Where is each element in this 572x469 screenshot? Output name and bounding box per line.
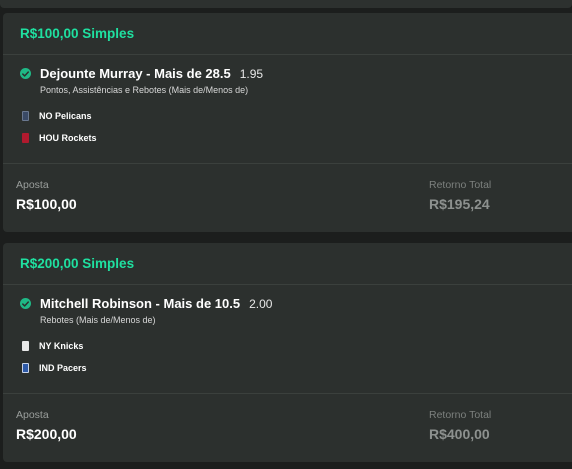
bet-footer: Aposta R$100,00 Retorno Total R$195,24: [3, 164, 572, 232]
team-row: IND Pacers: [20, 363, 87, 373]
team-jersey-icon: [22, 363, 29, 373]
previous-card-edge: [0, 0, 572, 8]
pick-title: Mitchell Robinson - Mais de 10.5: [40, 296, 241, 311]
stake-value: R$100,00: [16, 196, 77, 212]
return-value: R$195,24: [429, 196, 490, 212]
team-jersey-icon: [22, 341, 29, 351]
pick-title: Dejounte Murray - Mais de 28.5: [40, 66, 231, 81]
bet-card: R$200,00 Simples Mitchell Robinson - Mai…: [3, 243, 572, 462]
return-label: Retorno Total: [429, 179, 492, 191]
stake-label: Aposta: [16, 179, 49, 191]
bet-selection: Mitchell Robinson - Mais de 10.5 2.00 Re…: [3, 285, 572, 394]
team-jersey-icon: [22, 133, 29, 143]
market-description: Rebotes (Mais de/Menos de): [40, 315, 156, 325]
bet-selection: Dejounte Murray - Mais de 28.5 1.95 Pont…: [3, 55, 572, 164]
check-circle-icon: [20, 68, 31, 79]
bet-type-label: R$100,00 Simples: [20, 26, 135, 41]
bet-type-label: R$200,00 Simples: [20, 256, 135, 271]
bet-slip-screen: R$100,00 Simples Dejounte Murray - Mais …: [0, 0, 572, 469]
team-name: IND Pacers: [39, 363, 87, 373]
return-value: R$400,00: [429, 426, 490, 442]
team-row: NY Knicks: [20, 341, 83, 351]
team-name: HOU Rockets: [39, 133, 97, 143]
team-name: NO Pelicans: [39, 111, 92, 121]
team-jersey-icon: [22, 111, 29, 121]
stake-value: R$200,00: [16, 426, 77, 442]
pick-odds: 1.95: [239, 67, 264, 81]
market-description: Pontos, Assistências e Rebotes (Mais de/…: [40, 85, 249, 95]
return-label: Retorno Total: [429, 409, 492, 421]
bet-card: R$100,00 Simples Dejounte Murray - Mais …: [3, 13, 572, 232]
bet-card-header[interactable]: R$100,00 Simples: [3, 13, 572, 55]
check-circle-icon: [20, 298, 31, 309]
pick-odds: 2.00: [249, 297, 273, 311]
team-name: NY Knicks: [39, 341, 84, 351]
bet-footer: Aposta R$200,00 Retorno Total R$400,00: [3, 394, 572, 462]
pick-line: Mitchell Robinson - Mais de 10.5 2.00: [40, 296, 272, 311]
pick-line: Dejounte Murray - Mais de 28.5 1.95: [40, 66, 263, 81]
team-row: NO Pelicans: [20, 111, 92, 121]
team-row: HOU Rockets: [20, 133, 97, 143]
stake-label: Aposta: [16, 409, 49, 421]
bet-card-header[interactable]: R$200,00 Simples: [3, 243, 572, 285]
